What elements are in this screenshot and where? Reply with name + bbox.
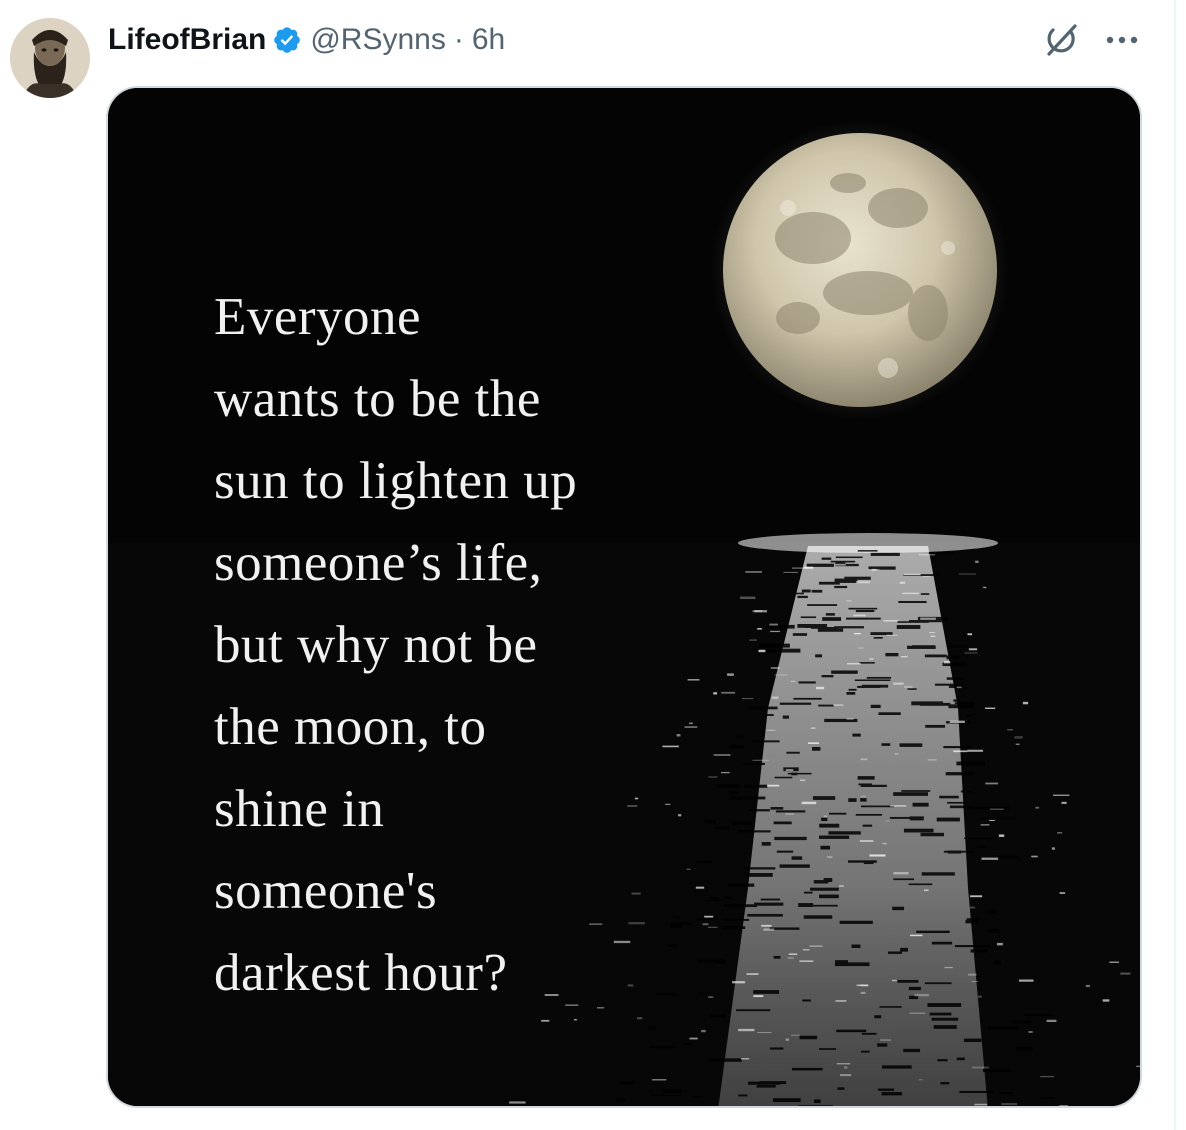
more-options-icon[interactable] [1098,20,1146,60]
quote-line: someone’s life, [214,534,543,592]
quote-line: but why not be [214,616,538,674]
quote-line: darkest hour? [214,944,508,1002]
quote-line: shine in [214,780,385,838]
grok-icon[interactable] [1040,20,1084,60]
verified-badge-icon [272,25,302,55]
bearded-man-portrait-icon [10,18,90,98]
tweet-timestamp[interactable]: 6h [472,22,505,58]
quote-line: sun to lighten up [214,452,578,510]
quote-line: wants to be the [214,370,541,428]
quote-line: someone's [214,862,438,920]
tweet-card[interactable]: LifeofBrian @RSynns · 6h Everyone wants … [0,0,1176,1130]
quote-line: the moon, to [214,698,487,756]
tweet-media-image[interactable]: Everyone wants to be the sun to lighten … [106,86,1142,1108]
quote-line: Everyone [214,288,422,346]
avatar[interactable] [10,18,90,98]
author-display-name[interactable]: LifeofBrian [108,22,266,58]
tweet-header: LifeofBrian @RSynns · 6h [108,20,505,60]
quote-text: Everyone wants to be the sun to lighten … [214,276,834,1014]
author-handle[interactable]: @RSynns [310,22,446,58]
separator-dot: · [453,23,464,56]
